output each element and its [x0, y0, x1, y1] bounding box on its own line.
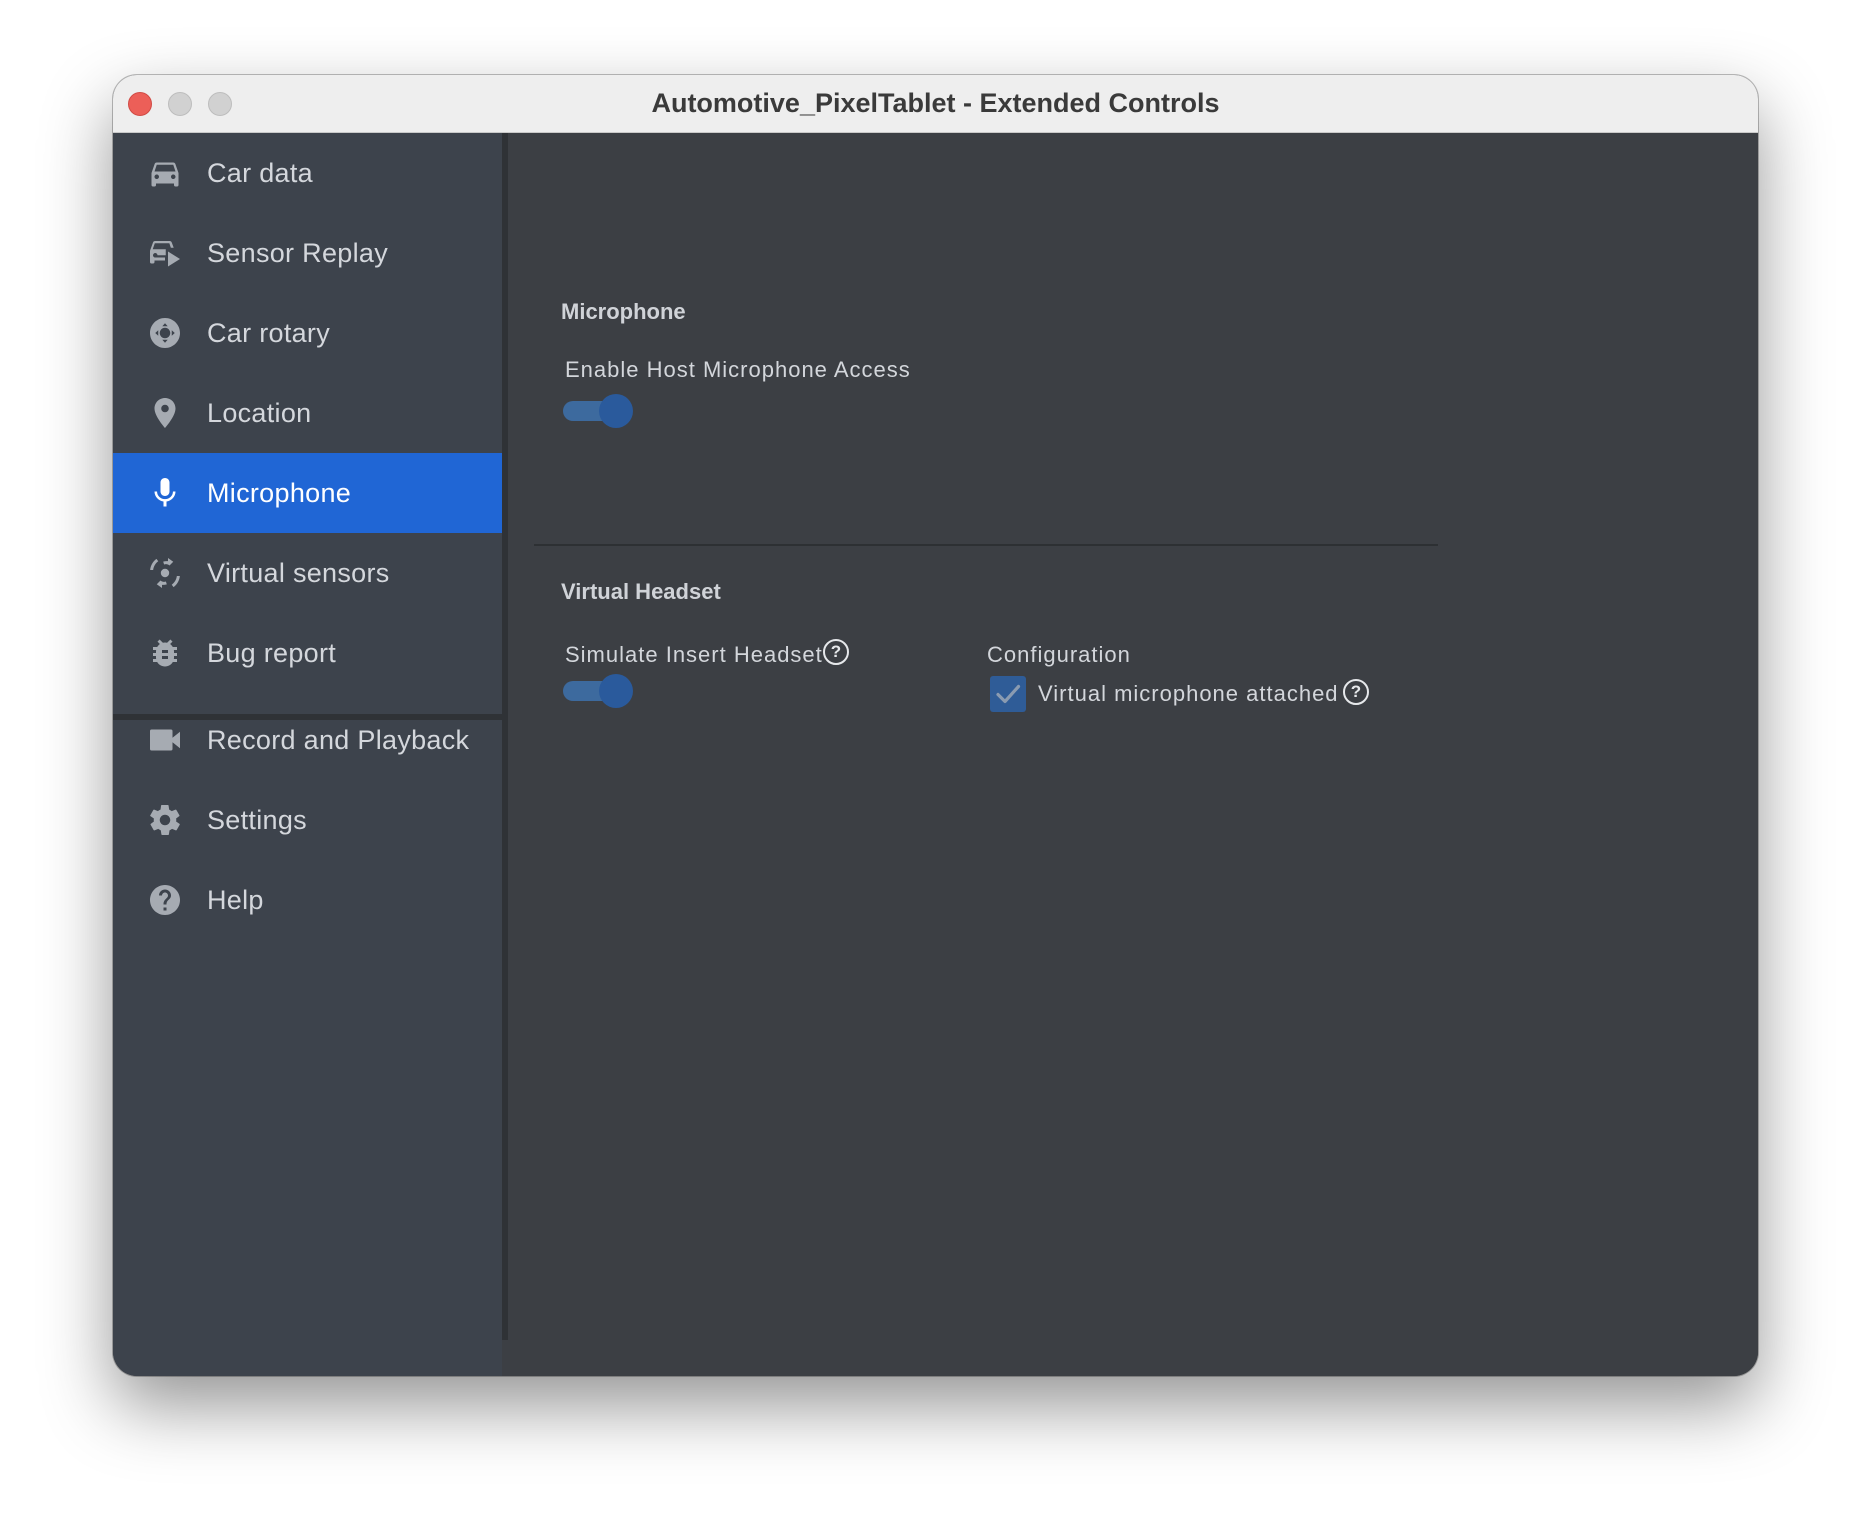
sidebar-item-label: Settings: [207, 804, 307, 835]
sidebar-item-help[interactable]: Help: [113, 860, 502, 940]
section-divider: [534, 544, 1438, 546]
host-mic-access-toggle[interactable]: [563, 394, 633, 428]
sidebar-item-record-and-playback[interactable]: Record and Playback: [113, 700, 502, 780]
sidebar-item-virtual-sensors[interactable]: Virtual sensors: [113, 533, 502, 613]
sidebar-item-label: Car rotary: [207, 317, 331, 348]
microphone-section-title: Microphone: [561, 299, 686, 324]
sidebar: Car data Sensor Replay Car rotary Locati…: [113, 133, 502, 1376]
toggle-knob: [599, 674, 633, 708]
sidebar-item-label: Microphone: [207, 477, 352, 508]
gear-icon: [147, 802, 183, 838]
virtual-sensors-icon: [147, 555, 183, 591]
virtual-mic-attached-checkbox[interactable]: [990, 676, 1026, 712]
sidebar-item-settings[interactable]: Settings: [113, 780, 502, 860]
title-bar[interactable]: Automotive_PixelTablet - Extended Contro…: [113, 75, 1758, 133]
main-panel: Microphone Enable Host Microphone Access…: [508, 133, 1758, 1376]
location-pin-icon: [147, 395, 183, 431]
video-camera-icon: [147, 722, 183, 758]
bug-icon: [147, 635, 183, 671]
sidebar-item-label: Car data: [207, 157, 313, 188]
simulate-insert-headset-toggle[interactable]: [563, 674, 633, 708]
virtual-mic-help-icon[interactable]: ?: [1343, 679, 1369, 705]
checkmark-icon: [996, 684, 1021, 704]
sidebar-item-label: Bug report: [207, 637, 337, 668]
virtual-mic-attached-label: Virtual microphone attached: [1038, 681, 1339, 706]
sidebar-item-label: Location: [207, 397, 312, 428]
microphone-icon: [147, 475, 183, 511]
sidebar-item-label: Sensor Replay: [207, 237, 388, 268]
sidebar-item-car-data[interactable]: Car data: [113, 133, 502, 213]
sidebar-item-label: Virtual sensors: [207, 557, 390, 588]
simulate-headset-help-icon[interactable]: ?: [823, 639, 849, 665]
sidebar-item-car-rotary[interactable]: Car rotary: [113, 293, 502, 373]
virtual-headset-section-title: Virtual Headset: [561, 579, 721, 604]
window-title: Automotive_PixelTablet - Extended Contro…: [651, 88, 1220, 118]
rotary-icon: [147, 315, 183, 351]
configuration-label: Configuration: [987, 642, 1131, 667]
sidebar-item-bug-report[interactable]: Bug report: [113, 613, 502, 693]
toggle-knob: [599, 394, 633, 428]
sidebar-item-location[interactable]: Location: [113, 373, 502, 453]
car-icon: [147, 155, 183, 191]
host-mic-access-label: Enable Host Microphone Access: [565, 357, 911, 382]
sidebar-item-label: Help: [207, 884, 264, 915]
help-circle-icon: [147, 882, 183, 918]
simulate-insert-headset-label: Simulate Insert Headset: [565, 642, 823, 667]
sidebar-item-sensor-replay[interactable]: Sensor Replay: [113, 213, 502, 293]
sidebar-item-microphone[interactable]: Microphone: [113, 453, 502, 533]
sidebar-item-label: Record and Playback: [207, 724, 470, 755]
sensor-replay-icon: [147, 235, 183, 271]
extended-controls-window: Automotive_PixelTablet - Extended Contro…: [113, 75, 1758, 1376]
